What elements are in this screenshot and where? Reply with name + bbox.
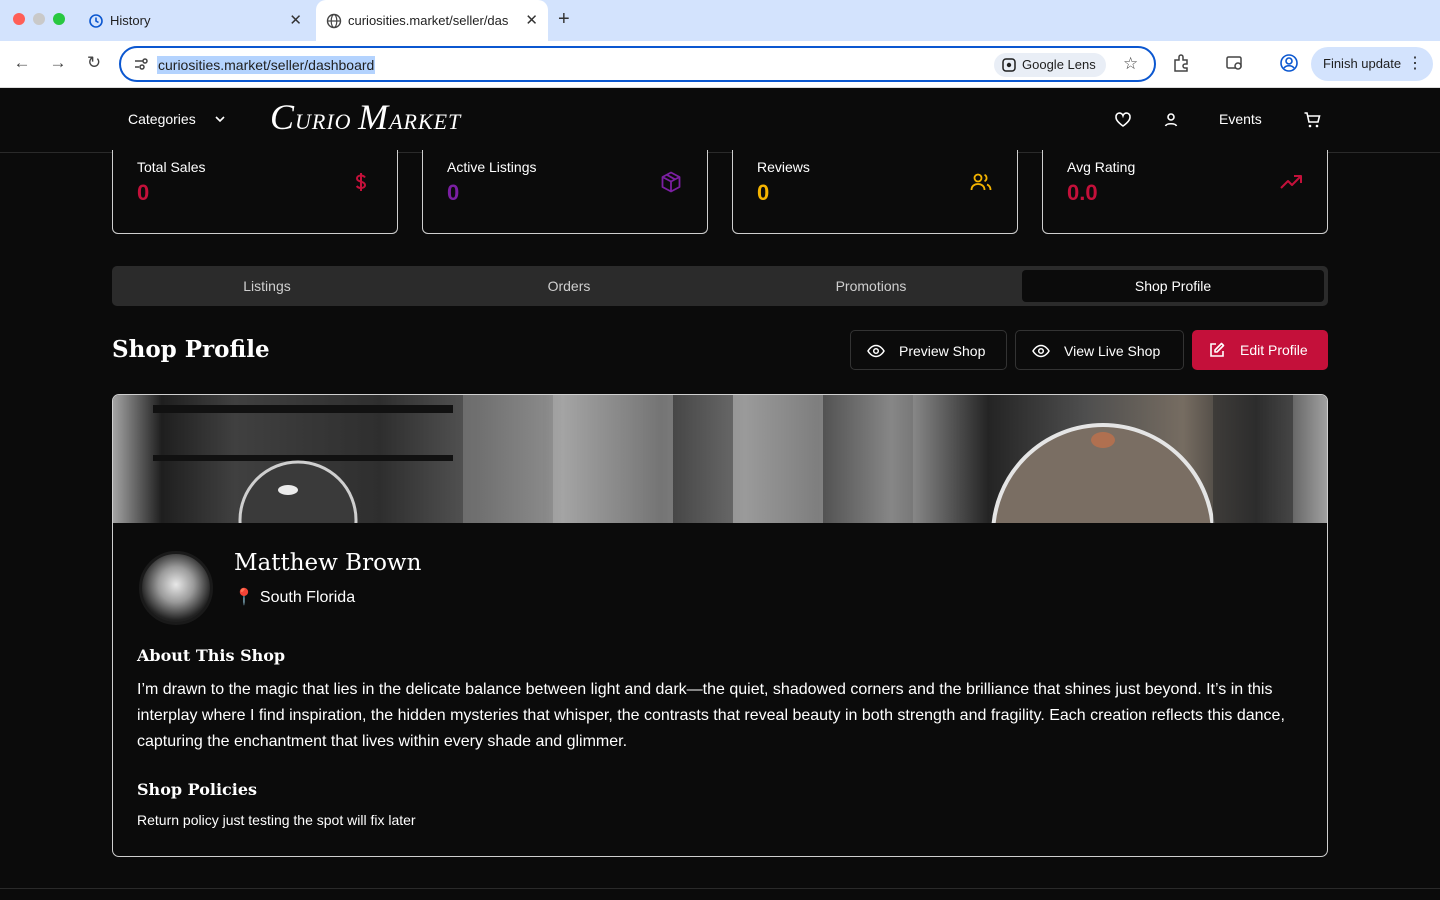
button-label: Preview Shop [899, 343, 986, 359]
stat-label: Total Sales [137, 159, 206, 175]
stat-value: 0 [757, 180, 770, 205]
tab-title: History [110, 13, 151, 28]
stat-label: Avg Rating [1067, 159, 1136, 175]
globe-icon [326, 13, 342, 29]
history-icon [89, 14, 103, 28]
address-bar[interactable]: curiosities.market/seller/dashboard Goog… [119, 46, 1156, 82]
site-settings-icon[interactable] [133, 56, 149, 72]
site-header: Categories CURIO MARKET Events [0, 88, 1440, 153]
minimize-window-button[interactable] [33, 13, 45, 25]
footer-divider [0, 888, 1440, 889]
about-heading: About This Shop [137, 646, 286, 665]
users-icon [970, 173, 992, 191]
reload-button[interactable]: ↻ [83, 53, 105, 73]
finish-update-button[interactable]: Finish update ⋮ [1311, 47, 1433, 81]
categories-menu[interactable]: Categories [128, 111, 196, 127]
tab-shop-profile[interactable]: Shop Profile [1022, 270, 1324, 302]
button-label: Edit Profile [1240, 342, 1308, 358]
eye-icon [867, 344, 885, 358]
back-button[interactable]: ← [11, 53, 33, 73]
stat-card-reviews: Reviews 0 [732, 150, 1018, 234]
preview-shop-button[interactable]: Preview Shop [850, 330, 1007, 370]
shop-location: 📍 South Florida [234, 587, 355, 607]
events-link[interactable]: Events [1219, 111, 1262, 127]
stat-label: Active Listings [447, 159, 537, 175]
heart-icon[interactable] [1114, 111, 1132, 129]
cart-icon[interactable] [1303, 111, 1321, 129]
bookmark-star-icon[interactable]: ☆ [1123, 54, 1138, 74]
finish-update-label: Finish update [1323, 56, 1402, 71]
lens-icon [1002, 58, 1016, 72]
package-icon [661, 171, 681, 193]
close-tab-icon[interactable]: ✕ [525, 11, 538, 29]
stat-value: 0 [447, 180, 460, 205]
shop-banner-image [113, 395, 1327, 523]
tab-search-icon[interactable] [1225, 53, 1245, 73]
stat-card-total-sales: Total Sales 0 [112, 150, 398, 234]
url-text[interactable]: curiosities.market/seller/dashboard [157, 56, 376, 74]
location-pin-icon: 📍 [234, 589, 254, 606]
trending-up-icon [1280, 175, 1302, 189]
about-text: I’m drawn to the magic that lies in the … [137, 681, 1285, 750]
page-title: Shop Profile [112, 336, 270, 363]
close-window-button[interactable] [13, 13, 25, 25]
logo-letter: C [270, 97, 296, 137]
logo-text: URIO [295, 109, 359, 134]
shop-owner-name: Matthew Brown [234, 550, 422, 576]
google-lens-button[interactable]: Google Lens [994, 53, 1106, 77]
tab-title: curiosities.market/seller/dash [348, 13, 508, 28]
stat-value: 0.0 [1067, 180, 1098, 205]
view-live-shop-button[interactable]: View Live Shop [1015, 330, 1184, 370]
lens-label: Google Lens [1022, 57, 1096, 72]
dollar-icon [355, 173, 367, 191]
new-tab-button[interactable]: + [558, 8, 570, 31]
site-logo[interactable]: CURIO MARKET [270, 96, 461, 138]
logo-letter: M [358, 97, 390, 137]
shop-avatar [139, 551, 213, 625]
maximize-window-button[interactable] [53, 13, 65, 25]
stat-label: Reviews [757, 159, 810, 175]
browser-toolbar: ← → ↻ curiosities.market/seller/dashboar… [0, 41, 1440, 88]
forward-button[interactable]: → [47, 53, 69, 73]
button-label: View Live Shop [1064, 343, 1161, 359]
policies-heading: Shop Policies [137, 780, 258, 799]
browser-tab-history[interactable]: History ✕ [78, 0, 312, 41]
stat-value: 0 [137, 180, 150, 205]
tab-orders[interactable]: Orders [418, 270, 720, 302]
chevron-down-icon[interactable] [214, 113, 226, 125]
eye-icon [1032, 344, 1050, 358]
logo-text: ARKET [389, 109, 462, 134]
extensions-icon[interactable] [1171, 53, 1191, 73]
stat-card-active-listings: Active Listings 0 [422, 150, 708, 234]
more-menu-icon[interactable]: ⋮ [1407, 47, 1423, 81]
location-text: South Florida [259, 589, 356, 606]
banner-illustration [113, 395, 1327, 523]
profile-icon[interactable] [1279, 53, 1299, 73]
close-tab-icon[interactable]: ✕ [289, 11, 302, 29]
dashboard-tabs: Listings Orders Promotions Shop Profile [112, 266, 1328, 306]
shop-profile-card: Matthew Brown 📍 South Florida About This … [112, 394, 1328, 857]
stat-card-avg-rating: Avg Rating 0.0 [1042, 150, 1328, 234]
browser-tab-active[interactable]: curiosities.market/seller/dash ✕ [316, 0, 548, 41]
tab-promotions[interactable]: Promotions [720, 270, 1022, 302]
edit-icon [1210, 342, 1225, 357]
tab-listings[interactable]: Listings [116, 270, 418, 302]
user-icon[interactable] [1162, 111, 1180, 129]
edit-profile-button[interactable]: Edit Profile [1192, 330, 1328, 370]
policies-text: Return policy just testing the spot will… [137, 812, 416, 828]
browser-tab-bar: History ✕ curiosities.market/seller/dash… [0, 0, 1440, 41]
